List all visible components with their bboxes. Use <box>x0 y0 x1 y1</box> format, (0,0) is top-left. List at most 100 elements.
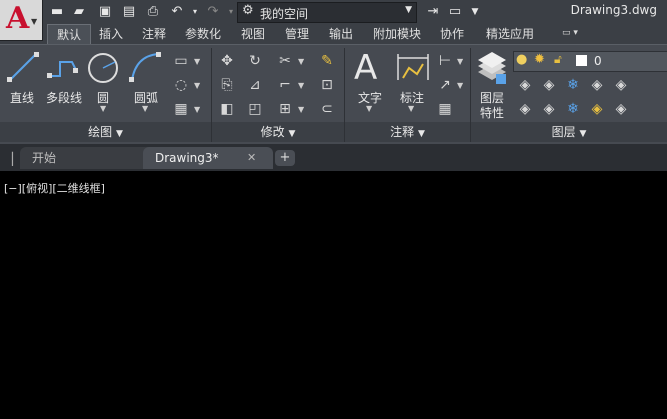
stretch-icon[interactable]: ◧ <box>218 100 236 118</box>
undo-icon[interactable]: ↶ <box>168 3 186 21</box>
trim-icon[interactable]: ✂ <box>276 52 294 70</box>
tab-parametric[interactable]: 参数化 <box>176 24 230 44</box>
layer-freeze-icon[interactable]: ❄ <box>564 76 582 94</box>
rectangle-icon[interactable]: ▭ <box>172 52 190 70</box>
tab-addins[interactable]: 附加模块 <box>364 24 430 44</box>
new-tab-button[interactable]: + <box>275 150 295 166</box>
chevron-down-icon: ▼ <box>31 17 38 26</box>
layer-unlock-icon[interactable]: ◈ <box>588 100 606 118</box>
line-icon[interactable] <box>6 50 40 86</box>
chevron-down-icon[interactable]: ▼ <box>194 57 200 66</box>
customize-quick-access-icon[interactable]: ▼ <box>466 3 484 21</box>
workspace-selector[interactable]: ⚙ 我的空间 ▼ <box>237 2 417 23</box>
drawing-canvas[interactable] <box>0 171 667 419</box>
undo-dropdown-icon[interactable]: ▾ <box>186 3 204 21</box>
tab-collaborate[interactable]: 协作 <box>431 24 473 44</box>
chevron-down-icon: ▼ <box>115 129 123 139</box>
erase-icon[interactable]: ✎ <box>318 52 336 70</box>
layer-change-icon[interactable]: ◈ <box>540 100 558 118</box>
text-icon[interactable]: A <box>354 48 377 88</box>
draw-group-title: 绘图 <box>88 125 113 139</box>
tab-output[interactable]: 输出 <box>320 24 362 44</box>
linear-dimension-icon[interactable]: ⊢ <box>436 52 454 70</box>
polyline-icon[interactable] <box>46 50 80 86</box>
layer-off-icon[interactable]: ◈ <box>516 100 534 118</box>
layer-properties-icon[interactable] <box>474 50 510 86</box>
application-menu-button[interactable]: A ▼ <box>0 0 43 41</box>
new-file-icon[interactable]: ▬ <box>48 3 66 21</box>
tab-featured-apps[interactable]: 精选应用 <box>477 24 543 44</box>
open-folder-icon[interactable]: ▰ <box>70 3 88 21</box>
chevron-down-icon: ▼ <box>417 129 425 139</box>
tab-insert[interactable]: 插入 <box>90 24 132 44</box>
layer-state-icon[interactable]: ◈ <box>516 76 534 94</box>
viewport-controls[interactable]: [−][俯视][二维线框] <box>4 180 105 196</box>
redo-icon[interactable]: ↷ <box>204 3 222 21</box>
chevron-down-icon[interactable]: ▼ <box>194 105 200 114</box>
polyline-button-label[interactable]: 多段线 <box>42 89 86 106</box>
publish-icon[interactable]: ▭ <box>446 3 464 21</box>
dimension-icon[interactable] <box>395 52 431 84</box>
arc-icon[interactable] <box>128 50 162 86</box>
close-icon[interactable]: ✕ <box>247 151 256 164</box>
workspace-label: 我的空间 <box>260 7 309 21</box>
chevron-down-icon[interactable]: ▼ <box>298 57 304 66</box>
layer-isolate-icon[interactable]: ◈ <box>612 76 630 94</box>
hatch-ellipse-icon[interactable]: ◌ <box>172 76 190 94</box>
chevron-down-icon[interactable]: ▼ <box>100 104 106 113</box>
ribbon-display-toggle[interactable]: ▭ ▾ <box>562 28 590 40</box>
chevron-down-icon[interactable]: ▼ <box>408 104 414 113</box>
chevron-down-icon[interactable]: ▼ <box>142 104 148 113</box>
unlock-icon: 🔓︎ <box>554 52 562 66</box>
layer-properties-label-2[interactable]: 特性 <box>476 104 508 121</box>
circle-icon[interactable] <box>86 50 120 86</box>
layers-group-title: 图层 <box>551 125 576 139</box>
tab-annotate[interactable]: 注释 <box>133 24 175 44</box>
layer-dropdown[interactable]: ● ✹ 🔓︎ 0 <box>513 51 667 72</box>
annotation-group-footer[interactable]: 注释 ▼ <box>345 122 470 142</box>
file-tab-start[interactable]: 开始 <box>20 147 154 169</box>
layers-group-footer[interactable]: 图层 ▼ <box>471 122 667 142</box>
layer-color-swatch <box>576 55 587 66</box>
autocad-logo-icon: A <box>6 1 30 36</box>
layer-lock-icon[interactable]: ◈ <box>588 76 606 94</box>
layer-unisolate-icon[interactable]: ◈ <box>612 100 630 118</box>
tab-default[interactable]: 默认 <box>47 24 92 45</box>
leader-icon[interactable]: ↗ <box>436 76 454 94</box>
tab-manage[interactable]: 管理 <box>276 24 318 44</box>
copy-icon[interactable]: ⎘ <box>218 76 236 94</box>
light-bulb-icon: ● <box>516 52 528 67</box>
chevron-down-icon: ▼ <box>579 129 587 139</box>
line-button-label[interactable]: 直线 <box>4 89 40 106</box>
chevron-down-icon: ▼ <box>405 5 412 15</box>
mirror-icon[interactable]: ⊿ <box>246 76 264 94</box>
chevron-down-icon[interactable]: ▼ <box>298 81 304 90</box>
chevron-down-icon: ▼ <box>288 129 296 139</box>
annotation-group-title: 注释 <box>390 125 415 139</box>
chevron-down-icon[interactable]: ▼ <box>457 81 463 90</box>
chevron-down-icon[interactable]: ▼ <box>194 81 200 90</box>
chevron-down-icon[interactable]: ▼ <box>298 105 304 114</box>
rotate-icon[interactable]: ↻ <box>246 52 264 70</box>
tab-view[interactable]: 视图 <box>232 24 274 44</box>
save-icon[interactable]: ▣ <box>96 3 114 21</box>
fillet-icon[interactable]: ⌐ <box>276 76 294 94</box>
move-icon[interactable]: ✥ <box>218 52 236 70</box>
modify-group-footer[interactable]: 修改 ▼ <box>212 122 344 142</box>
current-layer-name: 0 <box>594 54 602 68</box>
layer-match-icon[interactable]: ◈ <box>540 76 558 94</box>
save-as-icon[interactable]: ▤ <box>120 3 138 21</box>
document-title: Drawing3.dwg <box>570 3 657 17</box>
layer-thaw-icon[interactable]: ❄ <box>564 100 582 118</box>
print-icon[interactable]: ⎙ <box>144 3 162 21</box>
table-icon[interactable]: ▦ <box>436 100 454 118</box>
explode-icon[interactable]: ⊡ <box>318 76 336 94</box>
draw-group-footer[interactable]: 绘图 ▼ <box>0 122 211 142</box>
chevron-down-icon[interactable]: ▼ <box>366 104 372 113</box>
share-icon[interactable]: ⇥ <box>424 3 442 21</box>
chevron-down-icon[interactable]: ▼ <box>457 57 463 66</box>
hatch-icon[interactable]: ▦ <box>172 100 190 118</box>
scale-icon[interactable]: ◰ <box>246 100 264 118</box>
offset-icon[interactable]: ⊂ <box>318 100 336 118</box>
array-icon[interactable]: ⊞ <box>276 100 294 118</box>
